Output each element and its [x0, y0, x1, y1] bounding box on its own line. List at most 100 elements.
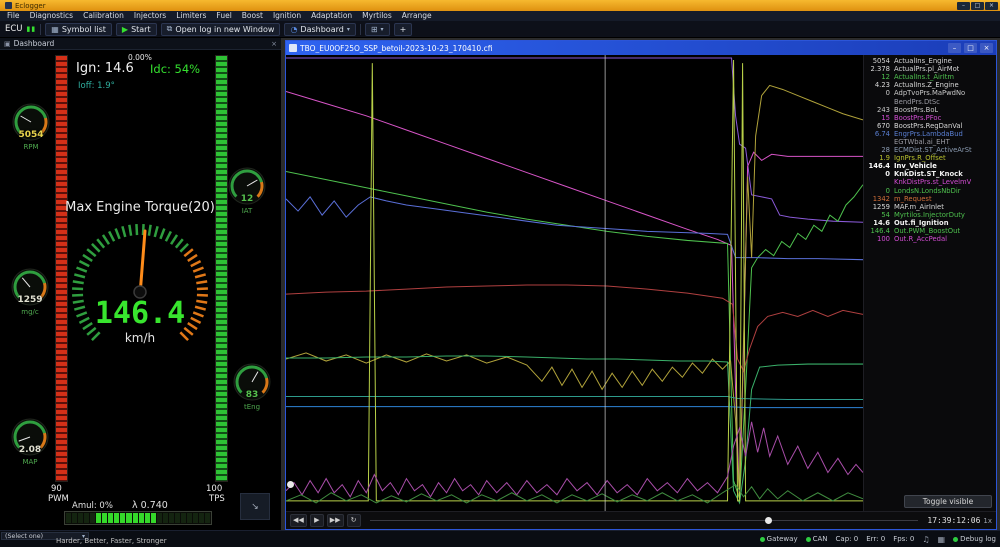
grid-icon: ▦ [51, 24, 59, 34]
dashboard-button[interactable]: ◔ Dashboard ▾ [284, 22, 356, 36]
legend-row[interactable]: 12 ActualIns.t_AirItm [864, 73, 996, 81]
debug-log-button[interactable]: Debug log [953, 535, 996, 543]
log-window-titlebar[interactable]: TBO_EU0OF25O_SSP_betoil-2023-10-23_17041… [286, 41, 996, 55]
log-maximize-icon[interactable]: □ [964, 43, 977, 53]
menu-item-limiters[interactable]: Limiters [171, 11, 211, 21]
legend-row[interactable]: 54 Myrtilos.InjectorDuty [864, 211, 996, 219]
open-log-button[interactable]: ⧉ Open log in new Window [160, 22, 281, 36]
menu-item-boost[interactable]: Boost [237, 11, 268, 21]
legend-row[interactable]: 5054 ActualIns_Engine [864, 57, 996, 65]
legend-channel-name: MAF.m_AirInlet [894, 202, 944, 211]
toggle-visible-button[interactable]: Toggle visible [904, 495, 992, 508]
menu-bar: File Diagnostics Calibration Injectors Limit… [0, 11, 1000, 21]
legend-value: 54 [881, 210, 890, 219]
legend-value: 0 [885, 170, 890, 179]
legend-row[interactable]: 2.378 ActualPrs.pl_AirMot [864, 65, 996, 73]
legend-row[interactable]: 0 AdpTvoPrs.MaPwdNo [864, 89, 996, 97]
legend-row[interactable]: 0 KnkDist.ST_Knock [864, 170, 996, 178]
legend-row[interactable]: 146.4 Inv_Vehicle [864, 162, 996, 170]
layout-icon[interactable]: ▦ [938, 535, 946, 544]
sound-icon[interactable]: ♫ [922, 535, 929, 544]
speed-value: 146.4 [94, 296, 186, 331]
legend-channel-name: Out.PWM_BoostOut [894, 227, 961, 236]
amul-segment [126, 513, 132, 523]
legend-value: 15 [881, 113, 890, 122]
amul-segment [120, 513, 126, 523]
log-chart[interactable] [286, 55, 863, 511]
legend-row[interactable]: 146.4 Out.PWM_BoostOut [864, 227, 996, 235]
amul-segment [199, 513, 205, 523]
rewind-button[interactable]: ◀◀ [290, 514, 307, 527]
amul-segment [144, 513, 150, 523]
ecu-status-icon: ▮▮ [26, 25, 37, 33]
legend-row[interactable]: 6.74 EngrPrs.LambdaBud [864, 130, 996, 138]
resize-grip[interactable]: ↘ [240, 493, 270, 520]
playback-speed-label[interactable]: 1x [983, 517, 992, 525]
amul-segment [108, 513, 114, 523]
legend-row[interactable]: 100 Out.R_AccPedal [864, 235, 996, 243]
playhead-knob[interactable] [764, 517, 772, 524]
legend-row[interactable]: EGTWbal.ai_EHT [864, 138, 996, 146]
menu-item-file[interactable]: File [2, 11, 25, 21]
menu-item-calibration[interactable]: Calibration [78, 11, 129, 21]
loop-button[interactable]: ↻ [346, 514, 361, 527]
can-status-icon [805, 536, 811, 542]
amul-segment [132, 513, 138, 523]
legend-row[interactable]: 1.9 IgnPrs.R_Offset [864, 154, 996, 162]
legend-channel-name: IgnPrs.R_Offset [894, 154, 946, 163]
toolbar-separator [359, 23, 361, 35]
menu-item-ignition[interactable]: Ignition [268, 11, 306, 21]
trace-lime-spikes [286, 60, 863, 502]
legend-value: 14.6 [873, 218, 890, 227]
legend-channel-name: Out.fi_Ignition [894, 218, 949, 227]
legend-row[interactable]: KnkDistPrs.st_LevelmV [864, 178, 996, 186]
add-button[interactable]: + [393, 22, 413, 36]
window-controls: – □ × [957, 1, 998, 10]
menu-item-diagnostics[interactable]: Diagnostics [25, 11, 79, 21]
legend-row[interactable]: 4.23 ActualIns.Z_Engine [864, 81, 996, 89]
menu-item-fuel[interactable]: Fuel [211, 11, 236, 21]
layout-grid-button[interactable]: ⊞ ▾ [364, 22, 390, 36]
legend-row[interactable]: 0 LondsN.LondsNbDir [864, 187, 996, 195]
legend-row[interactable]: 1342 m_Request [864, 195, 996, 203]
menu-item-injectors[interactable]: Injectors [129, 11, 171, 21]
gateway-status-icon [759, 536, 765, 542]
status-marquee: Harder, Better, Faster, Stronger [56, 537, 167, 545]
legend-row[interactable]: 243 BoostPrs.BoL [864, 106, 996, 114]
legend-channel-name: BoostPrs.BoL [894, 105, 939, 114]
legend-row[interactable]: 15 BoostPrs.PFoc [864, 114, 996, 122]
menu-item-arrange[interactable]: Arrange [397, 11, 437, 21]
legend-row[interactable]: 28 ECMDist.ST_ActiveArSt [864, 146, 996, 154]
legend-row[interactable]: 670 BoostPrs.RegDanVal [864, 122, 996, 130]
trace-magenta-noise [286, 421, 863, 498]
gauge-label: MAP [22, 458, 38, 466]
scroll-handle[interactable] [287, 481, 294, 488]
amul-readout: Amul: 0% [72, 501, 113, 511]
bug-icon [953, 536, 959, 542]
minimize-icon[interactable]: – [957, 1, 970, 10]
legend-row[interactable]: BendPrs.DtSc [864, 97, 996, 106]
amul-segment [96, 513, 102, 523]
symbol-list-button[interactable]: ▦ Symbol list [45, 22, 112, 36]
app-icon [5, 2, 12, 9]
legend-row[interactable]: 1259 MAF.m_AirInlet [864, 203, 996, 211]
menu-item-adaptation[interactable]: Adaptation [306, 11, 357, 21]
legend-value: 100 [877, 235, 890, 244]
amul-segment [180, 513, 186, 523]
ecu-label: ECU [5, 24, 23, 34]
dashboard-panel-header[interactable]: ▣ Dashboard × [0, 38, 281, 50]
panel-close-icon[interactable]: × [271, 40, 277, 48]
log-minimize-icon[interactable]: – [948, 43, 961, 53]
menu-item-myrtilos[interactable]: Myrtilos [357, 11, 397, 21]
start-button[interactable]: ▶ Start [115, 22, 157, 36]
timeline-track[interactable] [369, 516, 919, 525]
log-close-icon[interactable]: × [980, 43, 993, 53]
legend-channel-name: ActualIns.t_AirItm [894, 73, 954, 82]
close-icon[interactable]: × [985, 1, 998, 10]
legend-value: 1259 [872, 202, 890, 211]
play-button[interactable]: ▶ [309, 514, 324, 527]
legend-row[interactable]: 14.6 Out.fi_Ignition [864, 219, 996, 227]
forward-button[interactable]: ▶▶ [326, 514, 344, 527]
amul-segment [162, 513, 168, 523]
maximize-icon[interactable]: □ [971, 1, 984, 10]
